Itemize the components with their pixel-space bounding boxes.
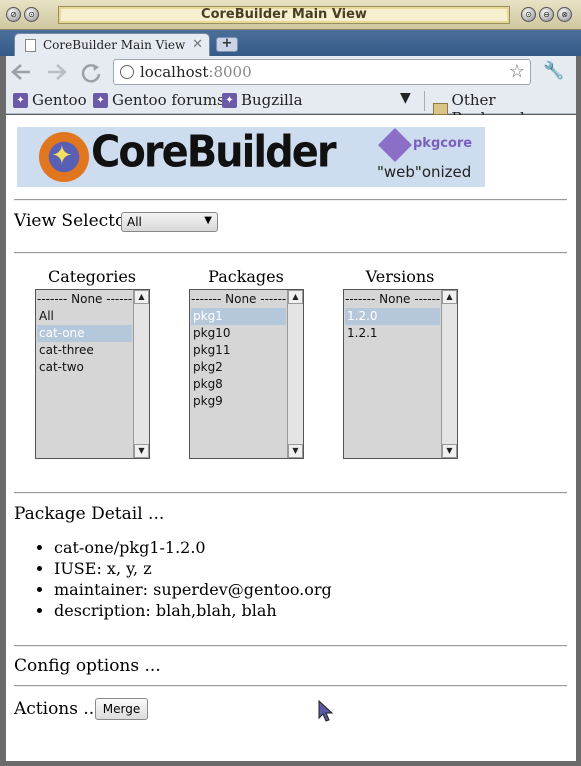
versions-option[interactable]: ------- None -------: [345, 291, 440, 308]
bookmarks-bar: ✦ Gentoo ✦ Gentoo forums ✦ Bugzilla ▼ Ot…: [0, 88, 581, 127]
packages-option[interactable]: pkg10: [191, 325, 286, 342]
categories-option[interactable]: cat-three: [37, 342, 132, 359]
scrollbar[interactable]: ▲ ▼: [441, 290, 457, 458]
detail-maintainer: maintainer: superdev@gentoo.org: [54, 579, 332, 600]
scroll-down-icon[interactable]: ▼: [134, 444, 149, 458]
versions-option[interactable]: 1.2.0: [345, 308, 440, 325]
scroll-up-icon[interactable]: ▲: [134, 290, 149, 304]
window-menu-button[interactable]: ⊘: [6, 7, 21, 22]
divider: [14, 199, 567, 201]
package-detail-heading: Package Detail ...: [14, 504, 165, 524]
scroll-up-icon[interactable]: ▲: [288, 290, 303, 304]
pkgcore-name: pkgcore: [413, 136, 473, 151]
minimize-button[interactable]: ⊙: [521, 7, 536, 22]
scrollbar[interactable]: ▲ ▼: [287, 290, 303, 458]
merge-button[interactable]: Merge: [95, 698, 148, 720]
window-titlebar[interactable]: ⊘ ⊙ CoreBuilder Main View ⊙ ⊖ ⊗: [0, 0, 581, 30]
categories-listbox[interactable]: ------- None ------- All cat-one cat-three c…: [35, 289, 150, 459]
star-icon: ✦: [51, 141, 73, 171]
new-tab-button[interactable]: +: [216, 37, 238, 52]
gentoo-icon: ✦: [93, 92, 108, 108]
scroll-down-icon[interactable]: ▼: [288, 444, 303, 458]
scroll-down-icon[interactable]: ▼: [442, 444, 457, 458]
packages-listbox[interactable]: ------- None ------- pkg1 pkg10 pkg11 pkg2 pk…: [189, 289, 304, 459]
categories-option[interactable]: All: [37, 308, 132, 325]
package-detail-list: cat-one/pkg1-1.2.0 IUSE: x, y, z maintai…: [26, 537, 332, 621]
view-selector-dropdown[interactable]: All ▼: [121, 212, 218, 232]
pkgcore-logo-icon: [378, 128, 412, 162]
packages-option[interactable]: pkg2: [191, 359, 286, 376]
window-left-buttons: ⊘ ⊙: [6, 7, 39, 22]
browser-toolbar: localhost:8000 ☆ 🔧: [0, 56, 581, 88]
bookmark-gentoo[interactable]: ✦ Gentoo: [13, 91, 87, 109]
detail-description: description: blah,blah, blah: [54, 600, 332, 621]
folder-icon: [433, 103, 448, 115]
packages-option[interactable]: pkg1: [191, 308, 286, 325]
globe-icon: [120, 65, 134, 79]
versions-option[interactable]: 1.2.1: [345, 325, 440, 342]
categories-option[interactable]: cat-two: [37, 359, 132, 376]
window-border-right: [576, 56, 581, 766]
bookmark-gentoo-forums[interactable]: ✦ Gentoo forums: [93, 91, 225, 109]
categories-header: Categories: [48, 267, 136, 286]
tab-strip: CoreBuilder Main View ✕ +: [0, 30, 581, 57]
view-selector-label: View Selector: [14, 211, 134, 231]
banner-tagline: "web"onized: [377, 163, 472, 181]
categories-option[interactable]: ------- None -------: [37, 291, 132, 308]
scroll-up-icon[interactable]: ▲: [442, 290, 457, 304]
bookmark-bugzilla[interactable]: ✦ Bugzilla: [222, 91, 303, 109]
wrench-icon[interactable]: 🔧: [543, 61, 564, 81]
mouse-cursor-icon: [318, 700, 334, 722]
reload-icon[interactable]: [80, 62, 102, 84]
packages-option[interactable]: ------- None -------: [191, 291, 286, 308]
corebuilder-banner: ✦ CoreBuilder pkgcore "web"onized: [17, 127, 485, 187]
divider: [14, 645, 567, 647]
scrollbar[interactable]: ▲ ▼: [133, 290, 149, 458]
window-right-buttons: ⊙ ⊖ ⊗: [521, 7, 572, 22]
back-arrow-icon[interactable]: [10, 62, 32, 82]
packages-option[interactable]: pkg8: [191, 376, 286, 393]
divider: [14, 252, 567, 254]
close-window-button[interactable]: ⊗: [557, 7, 572, 22]
gentoo-icon: ✦: [13, 92, 28, 108]
page-viewport: ✦ CoreBuilder pkgcore "web"onized View S…: [6, 115, 576, 761]
packages-header: Packages: [208, 267, 284, 286]
config-options-heading[interactable]: Config options ...: [14, 656, 161, 676]
categories-option[interactable]: cat-one: [37, 325, 132, 342]
window-border-bottom: [0, 761, 581, 766]
maximize-button[interactable]: ⊖: [539, 7, 554, 22]
chevron-down-icon: ▼: [204, 215, 212, 226]
divider: [14, 492, 567, 494]
brand-name: CoreBuilder: [91, 126, 337, 178]
packages-option[interactable]: pkg9: [191, 393, 286, 410]
bookmark-star-icon[interactable]: ☆: [509, 61, 525, 82]
forward-arrow-icon[interactable]: [46, 62, 68, 82]
bookmark-label: Bugzilla: [241, 91, 303, 109]
url-text: localhost:8000: [140, 63, 252, 81]
versions-header: Versions: [365, 267, 435, 286]
divider: [14, 685, 567, 687]
bookmarks-overflow-icon[interactable]: ▼: [400, 90, 411, 106]
page-icon: [25, 39, 36, 52]
bookmark-label: Gentoo forums: [112, 91, 225, 109]
tab-corebuilder[interactable]: CoreBuilder Main View ✕: [14, 33, 210, 57]
detail-atom: cat-one/pkg1-1.2.0: [54, 537, 332, 558]
window-title: CoreBuilder Main View: [58, 6, 510, 24]
window-shade-button[interactable]: ⊙: [24, 7, 39, 22]
view-selector-value: All: [127, 215, 142, 229]
actions-heading: Actions ...: [14, 699, 100, 719]
tab-label: CoreBuilder Main View: [43, 38, 186, 52]
gentoo-icon: ✦: [222, 92, 237, 108]
packages-option[interactable]: pkg11: [191, 342, 286, 359]
bookmarks-divider: [424, 91, 425, 111]
close-tab-icon[interactable]: ✕: [192, 37, 203, 52]
bookmark-label: Gentoo: [32, 91, 87, 109]
detail-iuse: IUSE: x, y, z: [54, 558, 332, 579]
address-bar[interactable]: localhost:8000 ☆: [113, 59, 531, 85]
versions-listbox[interactable]: ------- None ------- 1.2.0 1.2.1 ▲ ▼: [343, 289, 458, 459]
